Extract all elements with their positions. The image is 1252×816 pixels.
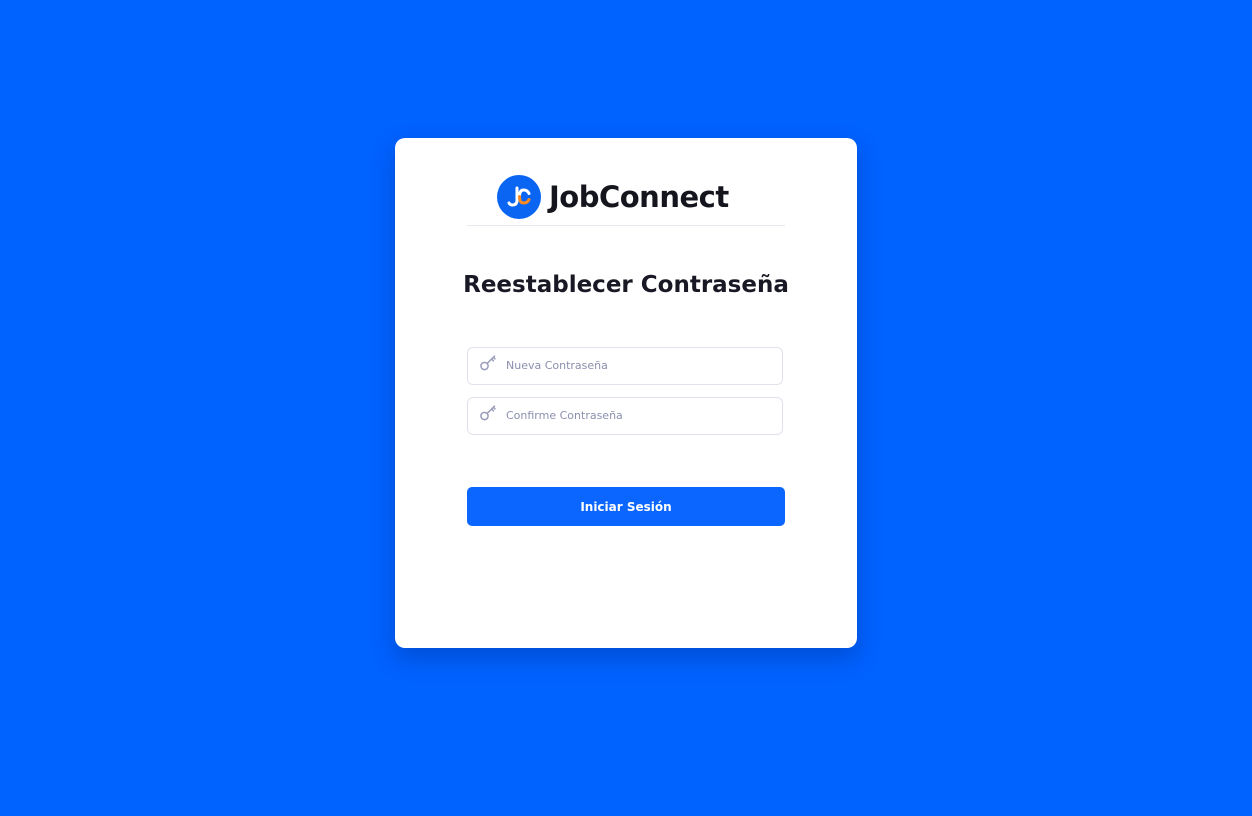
submit-button[interactable]: Iniciar Sesión bbox=[467, 487, 785, 526]
new-password-field[interactable] bbox=[467, 347, 783, 385]
brand-header: JobConnect bbox=[497, 175, 729, 219]
reset-password-card: JobConnect Reestablecer Contraseña Inici… bbox=[395, 138, 857, 648]
key-icon bbox=[480, 405, 496, 421]
confirm-password-field[interactable] bbox=[467, 397, 783, 435]
key-icon bbox=[480, 355, 496, 371]
brand-name: JobConnect bbox=[549, 180, 729, 214]
confirm-password-input[interactable] bbox=[506, 398, 776, 433]
jobconnect-logo-icon bbox=[497, 175, 541, 219]
new-password-input[interactable] bbox=[506, 348, 776, 383]
page-title: Reestablecer Contraseña bbox=[463, 272, 789, 298]
header-divider bbox=[467, 225, 785, 226]
